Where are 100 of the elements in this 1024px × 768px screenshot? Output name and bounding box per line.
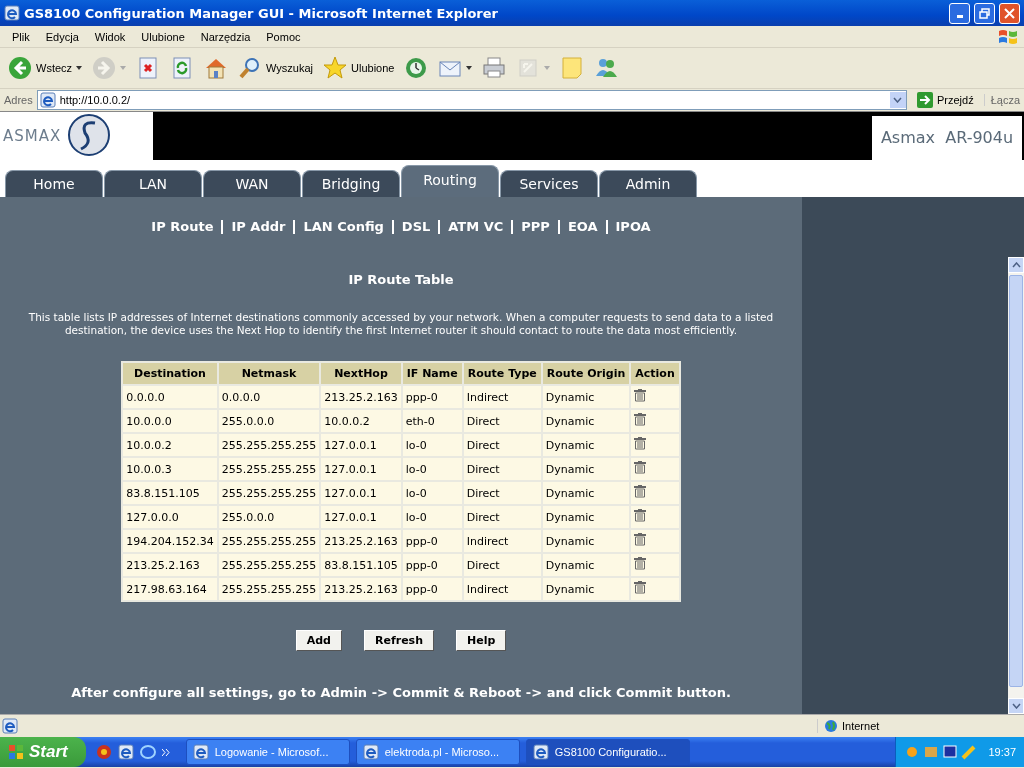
printer-icon	[482, 56, 507, 80]
search-button[interactable]: Wyszukaj	[236, 54, 316, 82]
orb-icon[interactable]	[95, 744, 112, 760]
back-button[interactable]: Wstecz	[6, 54, 85, 82]
table-cell: 127.0.0.1	[321, 458, 401, 480]
clock-icon	[404, 56, 429, 80]
nav-tab[interactable]: LAN	[104, 170, 202, 197]
table-cell: 255.255.255.255	[218, 554, 320, 576]
sub-nav-link[interactable]: IP Addr	[231, 219, 286, 234]
trash-icon[interactable]	[634, 389, 647, 402]
nav-tab[interactable]: Services	[500, 170, 598, 197]
table-cell: 255.255.255.255	[218, 578, 320, 600]
table-cell: 255.255.255.255	[218, 482, 320, 504]
monitor-icon[interactable]	[942, 744, 959, 760]
column-header: Route Origin	[542, 363, 630, 384]
table-cell: 255.0.0.0	[218, 410, 320, 432]
sub-nav-link[interactable]: IP Route	[151, 219, 214, 234]
menu-item[interactable]: Narzędzia	[192, 30, 259, 43]
trash-icon[interactable]	[634, 413, 647, 426]
table-cell: Dynamic	[542, 482, 630, 504]
form-button[interactable]: Help	[455, 630, 507, 651]
table-cell: 0.0.0.0	[218, 386, 320, 408]
sub-nav-link[interactable]: IPOA	[615, 219, 651, 234]
section-heading: IP Route Table	[348, 272, 454, 287]
nav-tab[interactable]: Admin	[599, 170, 697, 197]
trash-icon[interactable]	[634, 485, 647, 498]
chevron-icon[interactable]	[161, 748, 170, 756]
table-cell: 127.0.0.1	[321, 482, 401, 504]
menu-item[interactable]: Edycja	[37, 30, 87, 43]
table-cell: Dynamic	[542, 458, 630, 480]
table-cell: 217.98.63.164	[123, 578, 217, 600]
table-cell: lo-0	[402, 506, 462, 528]
table-cell: 255.255.255.255	[218, 530, 320, 552]
taskbar-button[interactable]: GS8100 Configuratio...	[525, 739, 690, 765]
minimize-button[interactable]	[949, 2, 970, 24]
minimize-icon	[956, 14, 963, 18]
favorites-button[interactable]: Ulubione	[321, 54, 397, 82]
sub-nav-link[interactable]: ATM VC	[448, 219, 504, 234]
restore-button[interactable]	[974, 2, 995, 24]
sphere-logo-icon	[65, 113, 112, 159]
menu-item[interactable]: Ulubione	[133, 30, 193, 43]
scrollbar[interactable]	[1008, 257, 1024, 714]
nav-tab[interactable]: Home	[5, 170, 103, 197]
nav-tab[interactable]: Bridging	[302, 170, 400, 197]
scroll-down-icon[interactable]	[1011, 703, 1021, 709]
table-cell: 83.8.151.105	[123, 482, 217, 504]
table-cell: ppp-0	[402, 530, 462, 552]
table-cell: 255.255.255.255	[218, 458, 320, 480]
close-button[interactable]	[999, 2, 1020, 24]
table-cell: 10.0.0.3	[123, 458, 217, 480]
address-bar[interactable]: http://10.0.0.2/	[36, 90, 907, 110]
description-text: This table lists IP addresses of Internet destinations commonly accessed by your network. When a computer requests to send data to a listed destination, the device uses the Next Hop to identify the first Internet router it should contact to route the data most efficiently.	[27, 311, 775, 337]
links-label[interactable]: Łącza	[983, 94, 1020, 106]
caret-icon[interactable]	[466, 66, 473, 70]
table-cell: 127.0.0.1	[321, 506, 401, 528]
sub-nav-link[interactable]: LAN Config	[303, 219, 384, 234]
sub-nav-link[interactable]: EOA	[567, 219, 598, 234]
menu-item[interactable]: Plik	[4, 30, 38, 43]
trash-icon[interactable]	[634, 581, 647, 594]
trash-icon[interactable]	[634, 533, 647, 546]
sub-nav-link[interactable]: PPP	[521, 219, 550, 234]
table-cell: ppp-0	[402, 554, 462, 576]
form-button[interactable]: Add	[295, 630, 342, 651]
scroll-up-icon[interactable]	[1011, 262, 1021, 268]
note-icon	[560, 56, 585, 80]
close-icon	[1004, 7, 1015, 19]
windows-flag-icon	[8, 744, 24, 760]
arrow-icon	[916, 92, 933, 108]
trash-icon[interactable]	[634, 509, 647, 522]
nav-tab[interactable]: WAN	[203, 170, 301, 197]
table-cell: 10.0.0.2	[321, 410, 401, 432]
window-title: GS8100 Configuration Manager GUI - Microsoft Internet Explorer	[24, 5, 499, 21]
browser-icon	[362, 744, 379, 760]
table-cell: Dynamic	[542, 434, 630, 456]
menu-item[interactable]: Pomoc	[258, 30, 309, 43]
column-header: Destination	[123, 363, 217, 384]
column-header: Route Type	[463, 363, 541, 384]
table-cell: 127.0.0.0	[123, 506, 217, 528]
table-cell: lo-0	[402, 482, 462, 504]
zone-label: Internet	[842, 720, 880, 732]
table-cell: Direct	[463, 482, 541, 504]
trash-icon[interactable]	[634, 461, 647, 474]
taskbar-button[interactable]: elektroda.pl - Microso...	[355, 739, 520, 765]
menu-item[interactable]: Widok	[86, 30, 134, 43]
table-cell: Indirect	[463, 530, 541, 552]
table-cell: ppp-0	[402, 578, 462, 600]
nav-tab[interactable]: Routing	[401, 165, 499, 197]
clock: 19:37	[988, 746, 1016, 758]
sub-nav-link[interactable]: DSL	[401, 219, 431, 234]
table-cell: Indirect	[463, 386, 541, 408]
taskbar-button[interactable]: Logowanie - Microsof...	[185, 739, 350, 765]
address-label: Adres	[4, 94, 33, 106]
table-cell: Dynamic	[542, 506, 630, 528]
caret-icon[interactable]	[76, 66, 83, 70]
trash-icon[interactable]	[634, 557, 647, 570]
address-field[interactable]: http://10.0.0.2/	[59, 94, 886, 106]
form-button[interactable]: Refresh	[364, 630, 434, 651]
browser-icon[interactable]	[139, 744, 156, 760]
go-button[interactable]: Przejdź	[910, 92, 980, 108]
trash-icon[interactable]	[634, 437, 647, 450]
